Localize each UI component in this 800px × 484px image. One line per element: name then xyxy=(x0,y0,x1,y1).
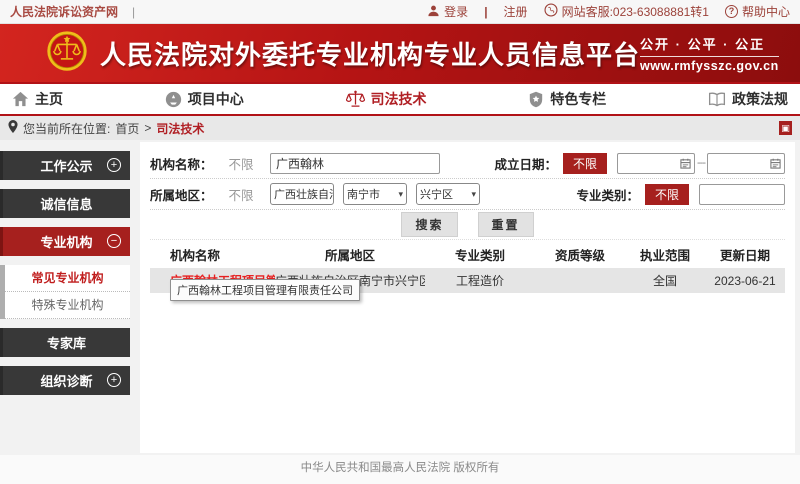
sidebar-item-professional-orgs[interactable]: 专业机构 − xyxy=(0,227,130,256)
sidebar-item-org-diagnosis[interactable]: 组织诊断 + xyxy=(0,366,130,395)
form-buttons-row: 搜索 重置 xyxy=(150,210,785,240)
category-label: 专业类别： xyxy=(576,185,639,204)
plus-circle-icon: + xyxy=(107,158,121,172)
litigation-assets-site-link[interactable]: 人民法院诉讼资产网 xyxy=(10,3,118,20)
org-name-input[interactable] xyxy=(270,153,440,174)
shield-icon xyxy=(528,91,544,108)
city-select[interactable]: 南宁市 ▾ xyxy=(343,183,407,205)
breadcrumb-prefix: 您当前所在位置: xyxy=(23,120,110,137)
content-area: 工作公示 + 诚信信息 专业机构 − 常见专业机构 特殊专业机构 专家库 组织诊… xyxy=(0,140,800,455)
founded-date-label: 成立日期： xyxy=(494,154,557,173)
nav-item-project-center[interactable]: 项目中心 xyxy=(165,89,244,109)
book-icon xyxy=(708,92,726,107)
help-center-link[interactable]: ? 帮助中心 xyxy=(725,3,790,20)
location-pin-icon xyxy=(8,120,18,136)
breadcrumb-home[interactable]: 首页 xyxy=(115,120,139,137)
auth-separator: | xyxy=(484,5,487,19)
home-icon xyxy=(12,91,29,107)
form-row-org-name: 机构名称： 不限 成立日期： 不限 --- xyxy=(150,148,785,179)
chevron-down-icon: ▾ xyxy=(398,189,403,200)
col-header-org-name: 机构名称 xyxy=(150,245,275,264)
site-title: 人民法院对外委托专业机构专业人员信息平台 xyxy=(100,35,640,72)
main-nav: 主页 项目中心 司法技术 特色专栏 政策法规 xyxy=(0,82,800,116)
sidebar-item-integrity-info[interactable]: 诚信信息 xyxy=(0,189,130,218)
org-name-label: 机构名称： xyxy=(150,154,218,173)
category-input[interactable] xyxy=(699,184,785,205)
login-link[interactable]: 登录 xyxy=(427,3,468,20)
chevron-down-icon: ▾ xyxy=(471,189,476,200)
org-name-tooltip: 广西翰林工程项目管理有限责任公司 xyxy=(170,279,360,301)
nav-item-special-column[interactable]: 特色专栏 xyxy=(528,89,606,109)
site-banner: 人民法院对外委托专业机构专业人员信息平台 公开 · 公平 · 公正 www.rm… xyxy=(0,24,800,82)
founded-end-date-input[interactable] xyxy=(707,153,785,174)
minus-circle-icon: − xyxy=(107,234,121,248)
region-unlimited-option[interactable]: 不限 xyxy=(218,185,264,204)
nav-item-home[interactable]: 主页 xyxy=(12,89,63,109)
province-select[interactable]: 广西壮族自治 ▾ xyxy=(270,183,334,205)
sidebar-item-work-publicity[interactable]: 工作公示 + xyxy=(0,151,130,180)
breadcrumb: 您当前所在位置: 首页 > 司法技术 ▣ xyxy=(0,116,800,140)
col-header-update-date: 更新日期 xyxy=(705,245,785,264)
calendar-icon xyxy=(770,158,781,169)
cell-category: 工程造价 xyxy=(425,272,535,289)
main-panel: 机构名称： 不限 成立日期： 不限 --- 所属地区： 不限 xyxy=(140,142,795,453)
professional-orgs-submenu: 常见专业机构 特殊专业机构 xyxy=(0,265,130,319)
hotline: 网站客服:023-63088881转1 xyxy=(544,3,709,20)
nav-item-policies[interactable]: 政策法规 xyxy=(708,89,788,109)
calendar-icon xyxy=(680,158,691,169)
founded-start-date-input[interactable] xyxy=(617,153,695,174)
project-icon xyxy=(165,91,182,108)
breadcrumb-current: 司法技术 xyxy=(156,120,204,137)
results-table-header: 机构名称 所属地区 专业类别 资质等级 执业范围 更新日期 xyxy=(150,240,785,268)
question-icon: ? xyxy=(725,5,738,18)
site-url: www.rmfysszc.gov.cn xyxy=(640,59,779,73)
col-header-region: 所属地区 xyxy=(275,245,425,264)
phone-icon xyxy=(544,3,558,20)
register-link[interactable]: 注册 xyxy=(504,3,528,20)
sidebar-item-expert-library[interactable]: 专家库 xyxy=(0,328,130,357)
breadcrumb-separator: > xyxy=(144,121,151,135)
site-slogan: 公开 · 公平 · 公正 xyxy=(640,34,779,57)
court-emblem-logo xyxy=(46,30,88,77)
plus-circle-icon: + xyxy=(107,373,121,387)
scales-icon xyxy=(346,90,365,108)
col-header-practice-scope: 执业范围 xyxy=(625,245,705,264)
category-unlimited-button[interactable]: 不限 xyxy=(645,184,689,205)
col-header-qualification: 资质等级 xyxy=(535,245,625,264)
footer-copyright: 中华人民共和国最高人民法院 版权所有 xyxy=(0,455,800,484)
top-utility-bar: 人民法院诉讼资产网 | 登录 | 注册 网站客服:023-63088881转1 … xyxy=(0,0,800,24)
col-header-category: 专业类别 xyxy=(425,245,535,264)
form-row-region: 所属地区： 不限 广西壮族自治 ▾ 南宁市 ▾ 兴宁区 ▾ 专业类别： 不限 xyxy=(150,179,785,210)
breadcrumb-tool-button[interactable]: ▣ xyxy=(779,121,792,135)
sidebar: 工作公示 + 诚信信息 专业机构 − 常见专业机构 特殊专业机构 专家库 组织诊… xyxy=(0,140,130,404)
org-name-unlimited-option[interactable]: 不限 xyxy=(218,154,264,173)
cell-practice-scope: 全国 xyxy=(625,272,705,289)
cell-update-date: 2023-06-21 xyxy=(705,274,785,288)
topbar-divider: | xyxy=(132,5,135,19)
nav-item-judicial-tech[interactable]: 司法技术 xyxy=(346,89,427,109)
reset-button[interactable]: 重置 xyxy=(478,212,534,237)
region-label: 所属地区： xyxy=(150,185,218,204)
submenu-item-common-orgs[interactable]: 常见专业机构 xyxy=(5,265,130,292)
district-select[interactable]: 兴宁区 ▾ xyxy=(416,183,480,205)
founded-unlimited-button[interactable]: 不限 xyxy=(563,153,607,174)
submenu-item-special-orgs[interactable]: 特殊专业机构 xyxy=(5,292,130,319)
date-range-separator: --- xyxy=(697,157,705,169)
search-button[interactable]: 搜索 xyxy=(401,212,457,237)
user-icon xyxy=(427,4,440,20)
